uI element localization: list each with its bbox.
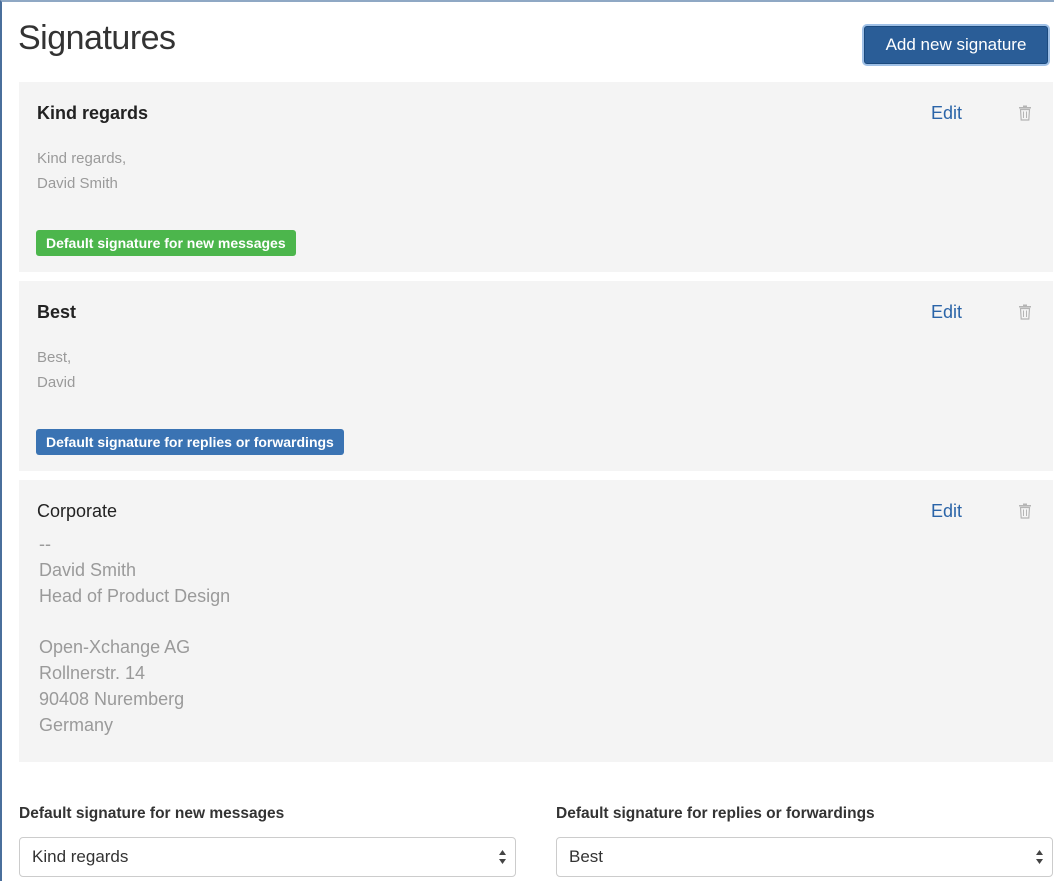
sort-arrows-icon — [1036, 850, 1043, 864]
select-value: Best — [569, 847, 604, 866]
trash-icon[interactable] — [1018, 304, 1032, 320]
default-replies-label: Default signature for replies or forward… — [556, 805, 875, 822]
signature-title: Best — [37, 302, 77, 322]
signature-title: Kind regards — [37, 103, 149, 123]
edit-signature-link[interactable]: Edit — [931, 102, 962, 124]
default-new-messages-select[interactable]: Kind regards — [19, 837, 516, 877]
signature-preview: Kind regards, David Smith — [37, 150, 127, 192]
add-new-signature-button[interactable]: Add new signature — [864, 26, 1048, 64]
default-replies-select[interactable]: Best — [556, 837, 1053, 877]
page-title: Signatures — [18, 19, 176, 57]
signature-card-kind-regards: Kind regards Edit Kind regards, David Sm… — [19, 82, 1053, 272]
sort-arrows-icon — [499, 850, 506, 864]
select-value: Kind regards — [32, 847, 129, 866]
trash-icon[interactable] — [1018, 105, 1032, 121]
edit-signature-link[interactable]: Edit — [931, 500, 962, 522]
default-new-messages-badge: Default signature for new messages — [36, 230, 296, 256]
default-replies-badge: Default signature for replies or forward… — [36, 429, 344, 455]
settings-pane: Signatures Add new signature Kind regard… — [0, 0, 1054, 881]
signature-title: Corporate — [37, 501, 118, 521]
signature-preview: -- David Smith Head of Product Design Op… — [39, 534, 231, 735]
signature-preview: Best, David — [37, 349, 76, 391]
signature-card-best: Best Edit Best, David Default signature … — [19, 281, 1053, 471]
edit-signature-link[interactable]: Edit — [931, 301, 962, 323]
default-new-messages-label: Default signature for new messages — [19, 805, 285, 822]
signature-card-corporate: Corporate Edit -- David Smith Head of Pr… — [19, 480, 1053, 762]
trash-icon[interactable] — [1018, 503, 1032, 519]
